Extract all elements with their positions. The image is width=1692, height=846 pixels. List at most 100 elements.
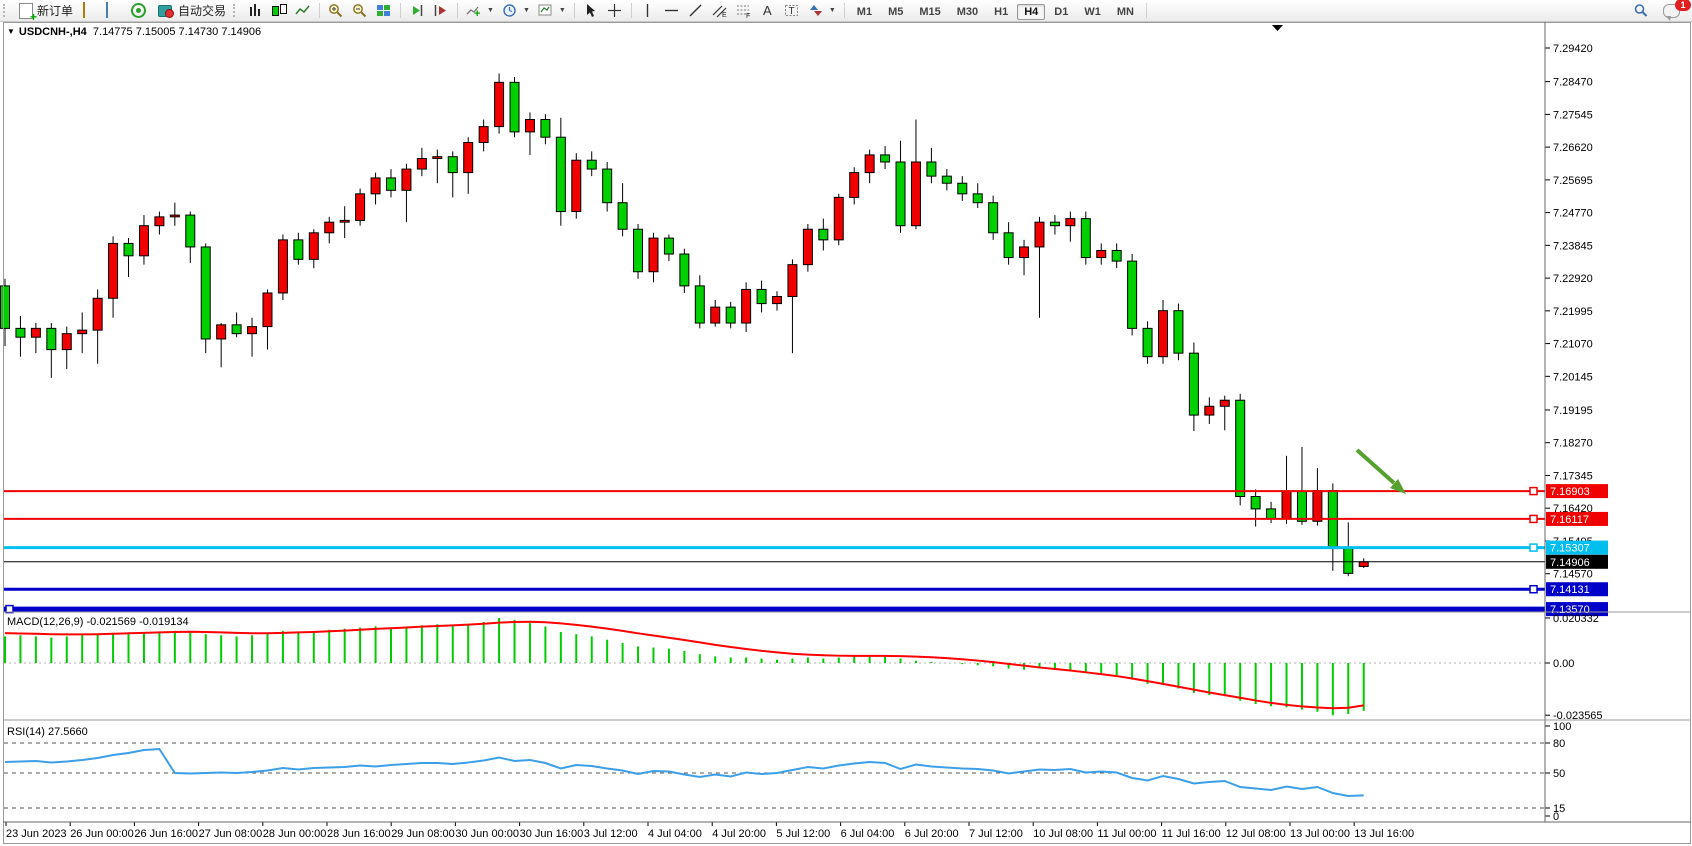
text-button[interactable]: A xyxy=(756,2,780,19)
candlestick xyxy=(1112,250,1121,261)
equidistant-channel-button[interactable]: E xyxy=(708,2,732,19)
vertical-line-button[interactable] xyxy=(636,2,660,19)
trendline-button[interactable] xyxy=(684,2,708,19)
candlestick xyxy=(1220,400,1229,406)
price-badge-label: 7.15307 xyxy=(1550,543,1590,555)
auto-scroll-button[interactable] xyxy=(405,2,429,19)
rsi-name: RSI(14) xyxy=(7,726,45,738)
auto-scroll-icon xyxy=(409,3,425,18)
periods-button[interactable]: ▼ xyxy=(498,2,534,19)
price-axis-label: 7.14570 xyxy=(1553,569,1593,581)
auto-trading-button[interactable]: 自动交易 xyxy=(152,1,230,20)
chart-dropdown-arrow[interactable]: ▼ xyxy=(7,27,15,36)
candlestick xyxy=(773,297,782,304)
rsi-axis-label: 100 xyxy=(1553,721,1571,733)
candlestick xyxy=(294,240,303,259)
line-handle[interactable] xyxy=(1530,488,1537,495)
signals-button[interactable] xyxy=(125,1,152,20)
horizontal-line-button[interactable] xyxy=(660,2,684,19)
clock-icon xyxy=(502,3,518,18)
toolbar-separator xyxy=(400,3,401,18)
text-label-icon: T xyxy=(784,3,800,18)
candlestick xyxy=(587,160,596,169)
candlestick xyxy=(726,307,735,323)
price-axis-label: 7.17345 xyxy=(1553,470,1593,482)
crosshair-button[interactable] xyxy=(603,2,627,19)
candlestick xyxy=(340,220,349,222)
templates-button[interactable]: ▼ xyxy=(534,2,570,19)
candlestick xyxy=(1066,219,1075,226)
timeframe-button-M30[interactable]: M30 xyxy=(950,4,985,20)
candlestick xyxy=(881,155,890,162)
equidistant-channel-icon: E xyxy=(712,3,728,18)
candlestick xyxy=(788,265,797,297)
chevron-down-icon: ▼ xyxy=(829,7,836,14)
line-chart-button[interactable] xyxy=(291,2,315,19)
time-axis-label: 29 Jun 08:00 xyxy=(391,828,455,840)
candlestick xyxy=(541,120,550,138)
candlestick-chart-button[interactable] xyxy=(267,2,291,19)
line-handle[interactable] xyxy=(1530,515,1537,522)
candlestick xyxy=(263,293,272,327)
publisher-button[interactable] xyxy=(77,2,101,19)
timeframe-button-M5[interactable]: M5 xyxy=(881,4,910,20)
bar-chart-button[interactable] xyxy=(243,2,267,19)
candlestick xyxy=(572,160,581,211)
timeframe-button-MN[interactable]: MN xyxy=(1110,4,1141,20)
timeframe-button-D1[interactable]: D1 xyxy=(1047,4,1075,20)
metaeditor-button[interactable] xyxy=(101,2,125,19)
timeframe-button-H4[interactable]: H4 xyxy=(1017,4,1045,20)
zoom-out-icon xyxy=(352,3,368,18)
cursor-button[interactable] xyxy=(579,2,603,19)
symbol-period-label: USDCNH-,H4 xyxy=(19,26,87,38)
candlestick xyxy=(989,203,998,233)
candlestick xyxy=(1,286,10,328)
line-handle[interactable] xyxy=(1530,586,1537,593)
candlestick xyxy=(618,203,627,230)
candlestick xyxy=(371,178,380,194)
timeframe-button-H1[interactable]: H1 xyxy=(987,4,1015,20)
candlestick xyxy=(711,307,720,323)
auto-trading-icon xyxy=(158,5,172,17)
arrows-button[interactable]: ▼ xyxy=(804,2,840,19)
tile-windows-button[interactable] xyxy=(372,2,396,19)
candlestick xyxy=(958,183,967,194)
time-axis-label: 26 Jun 16:00 xyxy=(134,828,198,840)
timeframe-button-W1[interactable]: W1 xyxy=(1077,4,1108,20)
candlestick xyxy=(309,233,318,260)
macd-axis-label: 0.020332 xyxy=(1553,613,1599,625)
candlestick xyxy=(1159,311,1168,357)
candlestick xyxy=(1143,328,1152,356)
timeframe-button-M15[interactable]: M15 xyxy=(912,4,947,20)
candlestick xyxy=(448,157,457,173)
fibonacci-button[interactable]: F xyxy=(732,2,756,19)
line-handle[interactable] xyxy=(1530,544,1537,551)
candlestick xyxy=(865,155,874,173)
indicators-button[interactable]: + ▼ xyxy=(462,2,498,19)
candlestick xyxy=(139,226,148,256)
chart-shift-icon xyxy=(433,3,449,18)
candlestick xyxy=(31,328,40,337)
timeframe-button-M1[interactable]: M1 xyxy=(850,4,879,20)
new-order-button[interactable]: + 新订单 xyxy=(13,1,77,20)
time-axis-label: 6 Jul 20:00 xyxy=(905,828,959,840)
search-icon xyxy=(1633,3,1649,18)
candlestick xyxy=(1267,509,1276,519)
toolbar-right: 1 xyxy=(1629,2,1692,19)
chart-canvas: 7.294207.284707.275457.266207.256957.247… xyxy=(0,0,1692,846)
text-label-button[interactable]: T xyxy=(780,2,804,19)
search-button[interactable] xyxy=(1629,2,1653,19)
notifications-button[interactable]: 1 xyxy=(1659,3,1684,19)
chart-shift-button[interactable] xyxy=(429,2,453,19)
horizontal-line-icon xyxy=(664,3,680,18)
price-axis-label: 7.21070 xyxy=(1553,339,1593,351)
price-axis-label: 7.29420 xyxy=(1553,43,1593,55)
zoom-in-button[interactable] xyxy=(324,2,348,19)
candlestick xyxy=(170,215,179,217)
candlestick xyxy=(1050,222,1059,226)
candlestick xyxy=(834,197,843,239)
price-axis-label: 7.23845 xyxy=(1553,240,1593,252)
zoom-out-button[interactable] xyxy=(348,2,372,19)
time-axis-label: 11 Jul 16:00 xyxy=(1162,828,1221,840)
metaeditor-icon xyxy=(106,2,108,18)
